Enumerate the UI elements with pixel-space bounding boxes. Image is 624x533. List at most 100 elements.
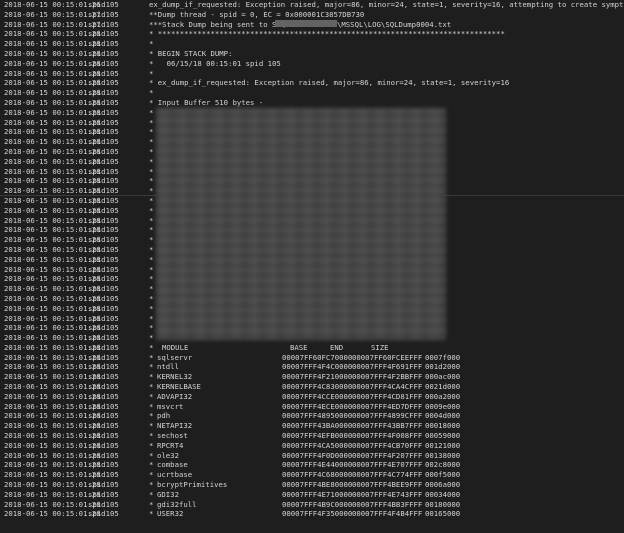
log-source: spid105	[88, 352, 119, 362]
module-row[interactable]: 2018-06-15 00:15:01.28 spid105 * ucrtbase 00…	[4, 470, 624, 480]
log-message: *	[149, 176, 154, 186]
log-source: spid105	[88, 166, 119, 176]
log-timestamp: 2018-06-15 00:15:01.28	[4, 421, 101, 431]
log-line[interactable]: 2018-06-15 00:15:01.28 spid105 * Input Buf…	[4, 98, 624, 108]
log-message: * ex_dump_if_requested: Exception raised…	[149, 78, 510, 88]
log-line[interactable]: 2018-06-15 00:15:01.27 spid105 ***Stack Du…	[4, 19, 624, 30]
module-cell: NETAPI32	[157, 421, 193, 431]
log-source: spid105	[88, 48, 119, 58]
redacted-server-name	[275, 19, 337, 27]
log-line[interactable]: 2018-06-15 00:15:01.28 spid105 *	[4, 39, 624, 49]
log-source: spid105	[88, 323, 119, 333]
module-row[interactable]: 2018-06-15 00:15:01.28 spid105 * bcryptPrim…	[4, 480, 624, 490]
module-cell: GDI32	[157, 489, 179, 499]
log-message: *	[149, 372, 154, 382]
module-row[interactable]: 2018-06-15 00:15:01.28 spid105 * ADVAPI32 00…	[4, 392, 624, 402]
log-message: *	[149, 254, 154, 264]
log-line[interactable]: 2018-06-15 00:15:01.28 spid105 * MODULE BASE…	[4, 343, 624, 353]
log-timestamp: 2018-06-15 00:15:01.28	[4, 107, 101, 117]
log-line[interactable]: 2018-06-15 00:15:01.28 spid105 * BEGIN STA…	[4, 49, 624, 59]
log-message: *	[149, 460, 154, 470]
log-timestamp: 2018-06-15 00:15:01.28	[4, 509, 101, 519]
log-timestamp: 2018-06-15 00:15:01.28	[4, 244, 101, 254]
log-timestamp: 2018-06-15 00:15:01.28	[4, 333, 101, 343]
log-source: spid105	[88, 372, 119, 382]
log-source: spid105	[88, 401, 119, 411]
log-line[interactable]: 2018-06-15 00:15:01.28 spid105 * *********…	[4, 29, 624, 39]
module-cell: 00007FFF4F350000	[282, 509, 353, 519]
module-cell: ADVAPI32	[157, 391, 193, 401]
log-source: spid105	[88, 450, 119, 460]
module-row[interactable]: 2018-06-15 00:15:01.28 spid105 * RPCRT4 0000…	[4, 441, 624, 451]
log-message: * **************************************…	[149, 29, 505, 39]
module-cell: 0009e000	[425, 401, 461, 411]
log-source: spid105	[88, 88, 119, 98]
module-row[interactable]: 2018-06-15 00:15:01.28 spid105 * USER32 0000…	[4, 509, 624, 519]
log-message: *	[149, 146, 154, 156]
log-timestamp: 2018-06-15 00:15:01.28	[4, 97, 101, 107]
log-message: *	[149, 431, 154, 441]
log-message: *	[149, 313, 154, 323]
log-line[interactable]: 2018-06-15 00:15:01.28 spid105 *	[4, 88, 624, 98]
module-row[interactable]: 2018-06-15 00:15:01.28 spid105 * sqlservr 00…	[4, 353, 624, 363]
log-message: *	[149, 186, 154, 196]
module-row[interactable]: 2018-06-15 00:15:01.28 spid105 * GDI32 00007…	[4, 490, 624, 500]
log-source: spid105	[88, 274, 119, 284]
log-timestamp: 2018-06-15 00:15:01.28	[4, 215, 101, 225]
module-cell: 00007FFF4CCE0000	[282, 391, 353, 401]
module-cell: 00007FFF4BEE9FFF	[352, 480, 423, 490]
module-cell: ntdll	[157, 362, 179, 372]
redacted-input-buffer	[156, 108, 446, 340]
log-source: spid105	[88, 39, 119, 49]
module-cell: 00007FFF4E440000	[282, 460, 353, 470]
log-message: *	[149, 274, 154, 284]
log-line[interactable]: 2018-06-15 00:15:01.28 spid105 *	[4, 69, 624, 79]
log-timestamp: 2018-06-15 00:15:01.28	[4, 499, 101, 509]
log-line[interactable]: 2018-06-15 00:15:01.26 spid105 ex_dump_if_…	[4, 0, 624, 10]
module-row[interactable]: 2018-06-15 00:15:01.28 spid105 * ole32 00007…	[4, 451, 624, 461]
log-message: *	[149, 68, 154, 78]
module-row[interactable]: 2018-06-15 00:15:01.28 spid105 * pdh 00007FF…	[4, 411, 624, 421]
module-cell: 00007FFF4CD81FFF	[352, 391, 423, 401]
module-cell: 0021d000	[425, 382, 461, 392]
module-row[interactable]: 2018-06-15 00:15:01.28 spid105 * ntdll 00007…	[4, 362, 624, 372]
module-cell: 00121000	[425, 440, 461, 450]
module-cell: 00165000	[425, 509, 461, 519]
log-timestamp: 2018-06-15 00:15:01.28	[4, 274, 101, 284]
module-cell: 00007FFF4F4C0000	[282, 362, 353, 372]
log-message: *	[149, 391, 154, 401]
module-cell: 00007FFF4ECE0000	[282, 401, 353, 411]
log-line[interactable]: 2018-06-15 00:15:01.28 spid105 * 06/15/18 …	[4, 59, 624, 69]
log-message: *	[149, 509, 154, 519]
log-message: *	[149, 293, 154, 303]
module-cell: bcryptPrimitives	[157, 480, 228, 490]
log-timestamp: 2018-06-15 00:15:01.28	[4, 342, 101, 352]
module-row[interactable]: 2018-06-15 00:15:01.28 spid105 * gdi32full 0…	[4, 500, 624, 510]
log-timestamp: 2018-06-15 00:15:01.28	[4, 391, 101, 401]
log-timestamp: 2018-06-15 00:15:01.28	[4, 470, 101, 480]
log-source: spid105	[88, 9, 119, 19]
log-source: spid105	[88, 313, 119, 323]
log-message: *	[149, 166, 154, 176]
log-message: *	[149, 440, 154, 450]
module-row[interactable]: 2018-06-15 00:15:01.28 spid105 * KERNEL32 00…	[4, 372, 624, 382]
module-row[interactable]: 2018-06-15 00:15:01.28 spid105 * sechost 000…	[4, 431, 624, 441]
module-row[interactable]: 2018-06-15 00:15:01.28 spid105 * NETAPI32 00…	[4, 421, 624, 431]
log-source: spid105	[88, 460, 119, 470]
log-source: spid105	[88, 235, 119, 245]
log-source: spid105	[88, 97, 119, 107]
log-source: spid105	[88, 186, 119, 196]
module-cell: 00007FFF4E707FFF	[352, 460, 423, 470]
log-line[interactable]: 2018-06-15 00:15:01.28 spid105 * ex_dump_i…	[4, 78, 624, 88]
log-message: *	[149, 107, 154, 117]
log-timestamp: 2018-06-15 00:15:01.28	[4, 254, 101, 264]
log-timestamp: 2018-06-15 00:15:01.28	[4, 48, 101, 58]
module-cell: 00007FFF4F207FFF	[352, 450, 423, 460]
module-row[interactable]: 2018-06-15 00:15:01.28 spid105 * KERNELBASE…	[4, 382, 624, 392]
module-row[interactable]: 2018-06-15 00:15:01.28 spid105 * combase 000…	[4, 460, 624, 470]
log-source: spid105	[88, 293, 119, 303]
log-line[interactable]: 2018-06-15 00:15:01.27 spid105 **Dump thre…	[4, 10, 624, 20]
log-timestamp: 2018-06-15 00:15:01.26	[4, 0, 101, 9]
module-row[interactable]: 2018-06-15 00:15:01.28 spid105 * msvcrt 0000…	[4, 402, 624, 412]
module-cell: 00007FFF4E710000	[282, 489, 353, 499]
